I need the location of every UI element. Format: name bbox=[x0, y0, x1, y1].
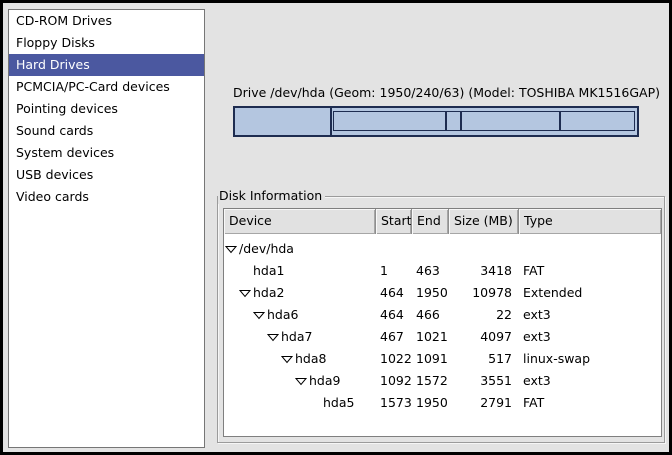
device-label: hda8 bbox=[295, 348, 326, 370]
table-row-hda2[interactable]: hda2 464195010978Extended bbox=[224, 282, 661, 304]
logical-partition-divider-0 bbox=[445, 111, 447, 131]
device-cell: hda9 bbox=[224, 370, 376, 392]
expander-open-icon[interactable] bbox=[267, 326, 281, 348]
start-cell: 1092 bbox=[376, 370, 412, 392]
device-cell: hda8 bbox=[224, 348, 376, 370]
table-row-hda8[interactable]: hda8 10221091517linux-swap bbox=[224, 348, 661, 370]
sidebar-item-usb-devices[interactable]: USB devices bbox=[9, 164, 204, 186]
disk-table: DeviceStartEndSize (MB)Type /dev/hdahda1… bbox=[223, 208, 662, 437]
device-label: hda5 bbox=[323, 392, 354, 414]
sidebar-item-hard-drives[interactable]: Hard Drives bbox=[9, 54, 204, 76]
tree-indent bbox=[224, 315, 253, 316]
expander-placeholder bbox=[239, 260, 253, 282]
column-header-start[interactable]: Start bbox=[376, 209, 412, 234]
sidebar-item-video-cards[interactable]: Video cards bbox=[9, 186, 204, 208]
device-cell: /dev/hda bbox=[224, 238, 376, 260]
table-row-hda1[interactable]: hda1 14633418FAT bbox=[224, 260, 661, 282]
type-cell: linux-swap bbox=[519, 348, 661, 370]
size-cell: 2791 bbox=[449, 392, 519, 414]
partition-bar bbox=[233, 106, 639, 137]
device-cell: hda5 bbox=[224, 392, 376, 414]
sidebar-item-cd-rom-drives[interactable]: CD-ROM Drives bbox=[9, 10, 204, 32]
logical-partition-divider-2 bbox=[559, 111, 561, 131]
sidebar-item-floppy-disks[interactable]: Floppy Disks bbox=[9, 32, 204, 54]
tree-indent bbox=[224, 293, 239, 294]
expander-open-icon[interactable] bbox=[239, 282, 253, 304]
column-header-size-mb[interactable]: Size (MB) bbox=[449, 209, 519, 234]
expander-open-icon[interactable] bbox=[281, 348, 295, 370]
table-row-hda5[interactable]: hda5 157319502791FAT bbox=[224, 392, 661, 414]
end-cell: 1950 bbox=[412, 282, 449, 304]
sidebar-item-system-devices[interactable]: System devices bbox=[9, 142, 204, 164]
expander-open-icon[interactable] bbox=[225, 238, 239, 260]
device-cell: hda7 bbox=[224, 326, 376, 348]
type-cell: FAT bbox=[519, 260, 661, 282]
size-cell: 4097 bbox=[449, 326, 519, 348]
disk-table-header: DeviceStartEndSize (MB)Type bbox=[224, 209, 661, 234]
tree-indent bbox=[224, 337, 267, 338]
tree-indent bbox=[224, 381, 295, 382]
column-header-type[interactable]: Type bbox=[519, 209, 661, 234]
extended-partition-box bbox=[333, 111, 635, 131]
device-cell: hda2 bbox=[224, 282, 376, 304]
device-cell: hda6 bbox=[224, 304, 376, 326]
device-cell: hda1 bbox=[224, 260, 376, 282]
hardware-browser-window: CD-ROM DrivesFloppy DisksHard DrivesPCMC… bbox=[0, 0, 672, 455]
disk-table-body: /dev/hdahda114633418FAThda2464195010978E… bbox=[224, 234, 661, 414]
type-cell: ext3 bbox=[519, 304, 661, 326]
start-cell: 464 bbox=[376, 304, 412, 326]
type-cell: Extended bbox=[519, 282, 661, 304]
table-row-hda7[interactable]: hda7 46710214097ext3 bbox=[224, 326, 661, 348]
expander-open-icon[interactable] bbox=[295, 370, 309, 392]
tree-indent bbox=[224, 403, 309, 404]
logical-partition-divider-1 bbox=[460, 111, 462, 131]
size-cell: 3551 bbox=[449, 370, 519, 392]
start-cell: 464 bbox=[376, 282, 412, 304]
start-cell: 1 bbox=[376, 260, 412, 282]
device-label: hda7 bbox=[281, 326, 312, 348]
disk-information-group: Disk Information DeviceStartEndSize (MB)… bbox=[217, 196, 665, 443]
table-row-dev-hda[interactable]: /dev/hda bbox=[224, 238, 661, 260]
size-cell: 517 bbox=[449, 348, 519, 370]
end-cell: 1021 bbox=[412, 326, 449, 348]
device-label: hda6 bbox=[267, 304, 298, 326]
sidebar-item-pointing-devices[interactable]: Pointing devices bbox=[9, 98, 204, 120]
device-label: /dev/hda bbox=[239, 238, 294, 260]
drive-title: Drive /dev/hda (Geom: 1950/240/63) (Mode… bbox=[233, 85, 639, 100]
start-cell: 467 bbox=[376, 326, 412, 348]
size-cell bbox=[449, 238, 519, 260]
size-cell: 10978 bbox=[449, 282, 519, 304]
table-row-hda6[interactable]: hda6 46446622ext3 bbox=[224, 304, 661, 326]
size-cell: 3418 bbox=[449, 260, 519, 282]
column-header-end[interactable]: End bbox=[412, 209, 449, 234]
start-cell: 1573 bbox=[376, 392, 412, 414]
end-cell: 466 bbox=[412, 304, 449, 326]
sidebar-item-sound-cards[interactable]: Sound cards bbox=[9, 120, 204, 142]
start-cell: 1022 bbox=[376, 348, 412, 370]
tree-indent bbox=[224, 271, 239, 272]
device-label: hda2 bbox=[253, 282, 284, 304]
expander-placeholder bbox=[309, 392, 323, 414]
type-cell: FAT bbox=[519, 392, 661, 414]
table-row-hda9[interactable]: hda9 109215723551ext3 bbox=[224, 370, 661, 392]
size-cell: 22 bbox=[449, 304, 519, 326]
end-cell: 1572 bbox=[412, 370, 449, 392]
end-cell: 463 bbox=[412, 260, 449, 282]
sidebar-item-pcmcia-pc-card-devices[interactable]: PCMCIA/PC-Card devices bbox=[9, 76, 204, 98]
column-header-device[interactable]: Device bbox=[224, 209, 376, 234]
end-cell: 1091 bbox=[412, 348, 449, 370]
type-cell: ext3 bbox=[519, 370, 661, 392]
disk-information-label: Disk Information bbox=[218, 188, 325, 204]
device-label: hda1 bbox=[253, 260, 284, 282]
end-cell bbox=[412, 238, 449, 260]
type-cell bbox=[519, 238, 661, 260]
tree-indent bbox=[224, 359, 281, 360]
expander-open-icon[interactable] bbox=[253, 304, 267, 326]
device-category-list: CD-ROM DrivesFloppy DisksHard DrivesPCMC… bbox=[8, 9, 205, 448]
end-cell: 1950 bbox=[412, 392, 449, 414]
type-cell: ext3 bbox=[519, 326, 661, 348]
start-cell bbox=[376, 238, 412, 260]
device-label: hda9 bbox=[309, 370, 340, 392]
